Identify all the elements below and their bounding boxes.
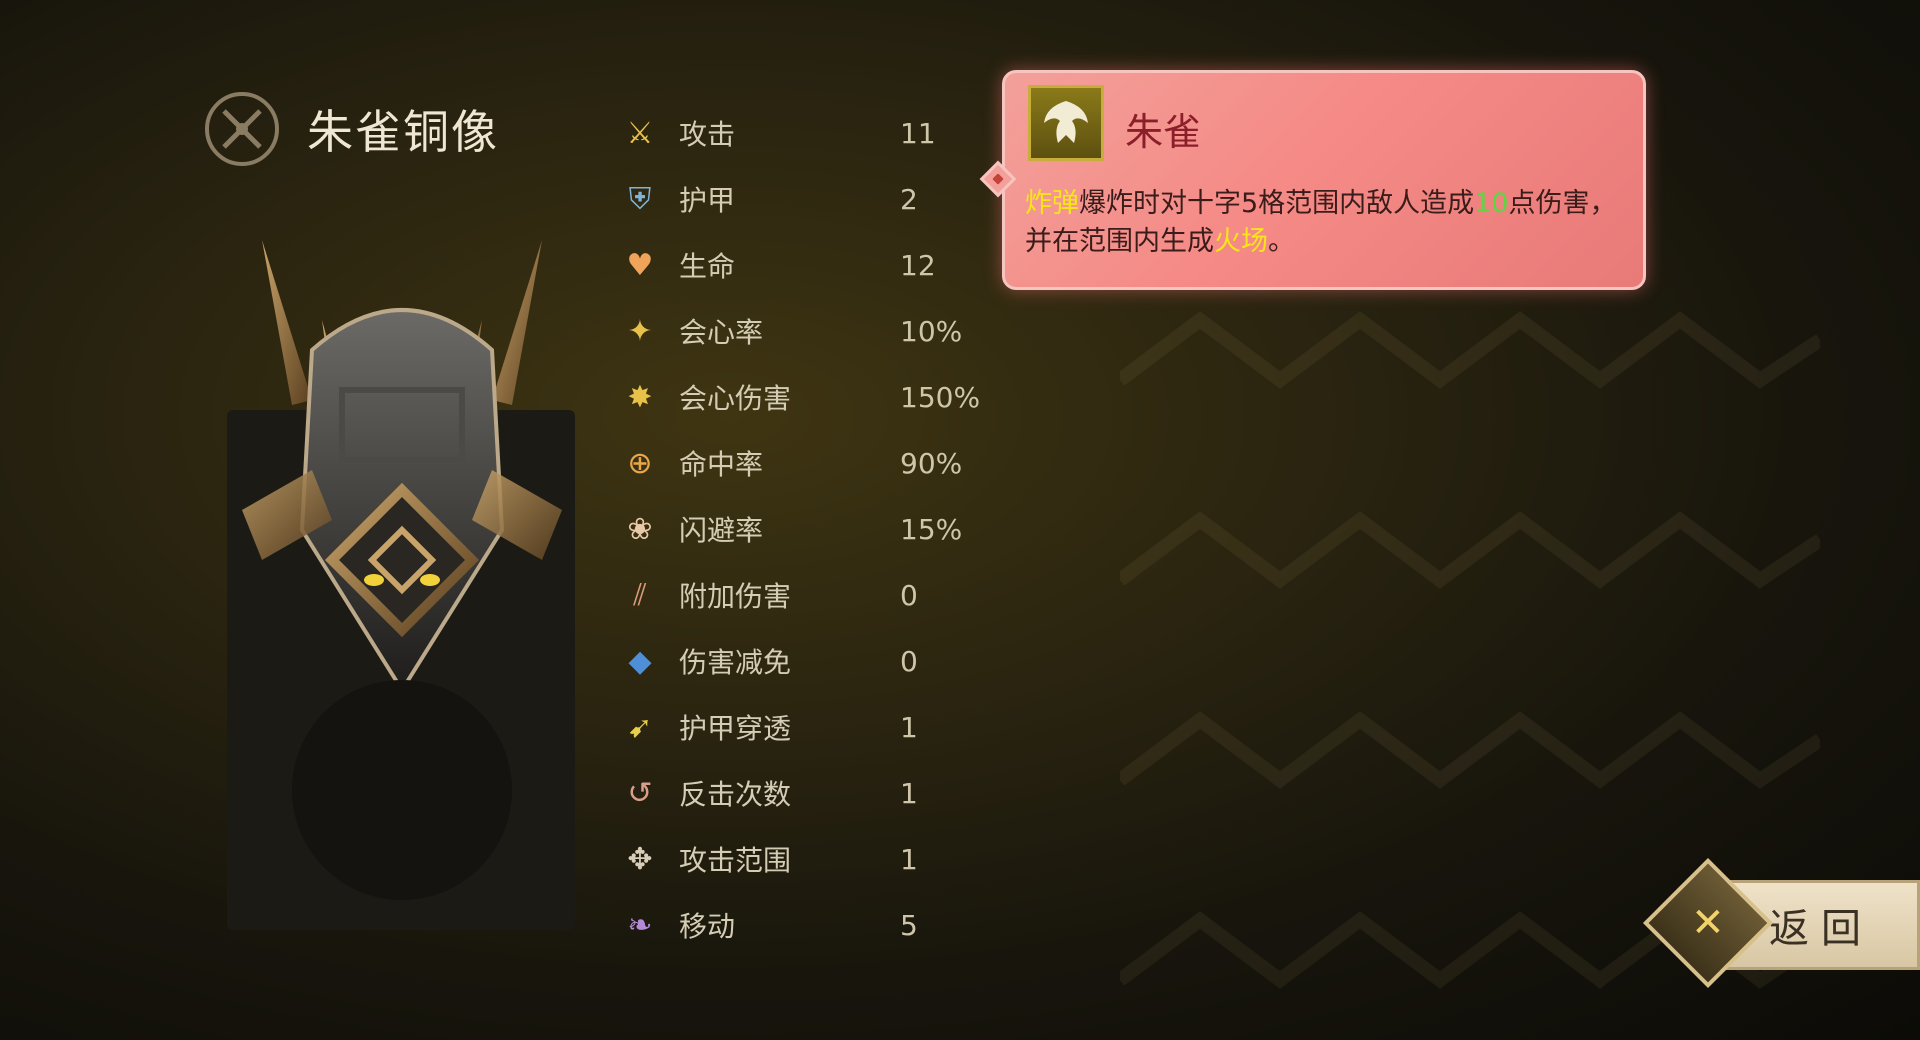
stat-row-crit-damage: ✸ 会心伤害 150% [615,364,1015,430]
phoenix-emblem-icon [1028,85,1104,161]
stat-row-armor: ⛨ 护甲 2 [615,166,1015,232]
slash-icon: ⫽ [633,577,647,613]
target-icon: ⊕ [627,445,653,481]
stat-value: 0 [900,644,918,678]
star-icon: ✦ [627,313,653,349]
skill-description: 炸弹爆炸时对十字5格范围内敌人造成10点伤害，并在范围内生成火场。 [1025,185,1635,261]
crossed-swords-badge-icon [205,92,279,166]
stat-value: 0 [900,578,918,612]
stat-label: 生命 [679,250,736,283]
stat-label: 攻击 [679,118,736,151]
stat-value: 1 [900,776,918,810]
counter-icon: ↺ [627,775,653,811]
unit-portrait [227,240,575,930]
paw-icon: ❀ [627,511,653,547]
keyword-fire-field: 火场 [1214,226,1268,257]
crossed-swords-icon: ⚔ [626,115,654,151]
stat-row-damage-reduction: ◆ 伤害减免 0 [615,628,1015,694]
stat-value: 15% [900,512,963,546]
stat-label: 附加伤害 [679,580,792,613]
back-button-label: 返回 [1769,906,1873,952]
stat-label: 闪避率 [679,514,764,547]
stat-label: 攻击范围 [679,844,792,877]
stat-label: 会心伤害 [679,382,792,415]
stat-row-crit-rate: ✦ 会心率 10% [615,298,1015,364]
stat-label: 反击次数 [679,778,792,811]
range-arrows-icon: ✥ [627,841,653,877]
unit-name: 朱雀铜像 [307,105,499,159]
stat-label: 移动 [679,910,736,943]
stat-row-armor-pierce: ➹ 护甲穿透 1 [615,694,1015,760]
heart-icon: ♥ [626,247,654,283]
stat-row-move: ❧ 移动 5 [615,892,1015,958]
keyword-bomb: 炸弹 [1025,188,1079,219]
skill-title: 朱雀 [1125,110,1202,154]
stat-label: 护甲 [679,184,736,217]
stat-value: 90% [900,446,963,480]
wing-icon: ❧ [627,907,653,943]
armor-pierce-icon: ➹ [627,709,653,745]
unit-header: 朱雀铜像 [205,92,499,166]
stat-row-counter: ↺ 反击次数 1 [615,760,1015,826]
stat-value: 12 [900,248,936,282]
damage-number: 10 [1474,188,1509,219]
stat-label: 命中率 [679,448,764,481]
stat-row-range: ✥ 攻击范围 1 [615,826,1015,892]
stat-label: 护甲穿透 [679,712,792,745]
stats-list: ⚔ 攻击 11 ⛨ 护甲 2 ♥ 生命 12 ✦ 会心率 10% ✸ 会心伤害 … [615,100,1015,958]
stat-label: 伤害减免 [679,646,792,679]
blue-gem-icon: ◆ [628,643,652,679]
stat-row-hp: ♥ 生命 12 [615,232,1015,298]
stat-value: 2 [900,182,918,216]
stat-value: 11 [900,116,936,150]
stat-value: 5 [900,908,918,942]
stat-row-bonus-damage: ⫽ 附加伤害 0 [615,562,1015,628]
crit-damage-icon: ✸ [627,379,653,415]
stat-label: 会心率 [679,316,764,349]
stat-value: 1 [900,710,918,744]
stat-value: 1 [900,842,918,876]
stat-row-attack: ⚔ 攻击 11 [615,100,1015,166]
stat-value: 150% [900,380,981,414]
stat-row-hit-rate: ⊕ 命中率 90% [615,430,1015,496]
stat-value: 10% [900,314,963,348]
skill-tooltip: 朱雀 炸弹爆炸时对十字5格范围内敌人造成10点伤害，并在范围内生成火场。 [979,70,1646,290]
shield-icon: ⛨ [628,181,652,217]
desc-text: 爆炸时对十字5格范围内敌人造成 [1079,188,1475,219]
desc-text: 。 [1268,226,1295,257]
stat-row-dodge: ❀ 闪避率 15% [615,496,1015,562]
